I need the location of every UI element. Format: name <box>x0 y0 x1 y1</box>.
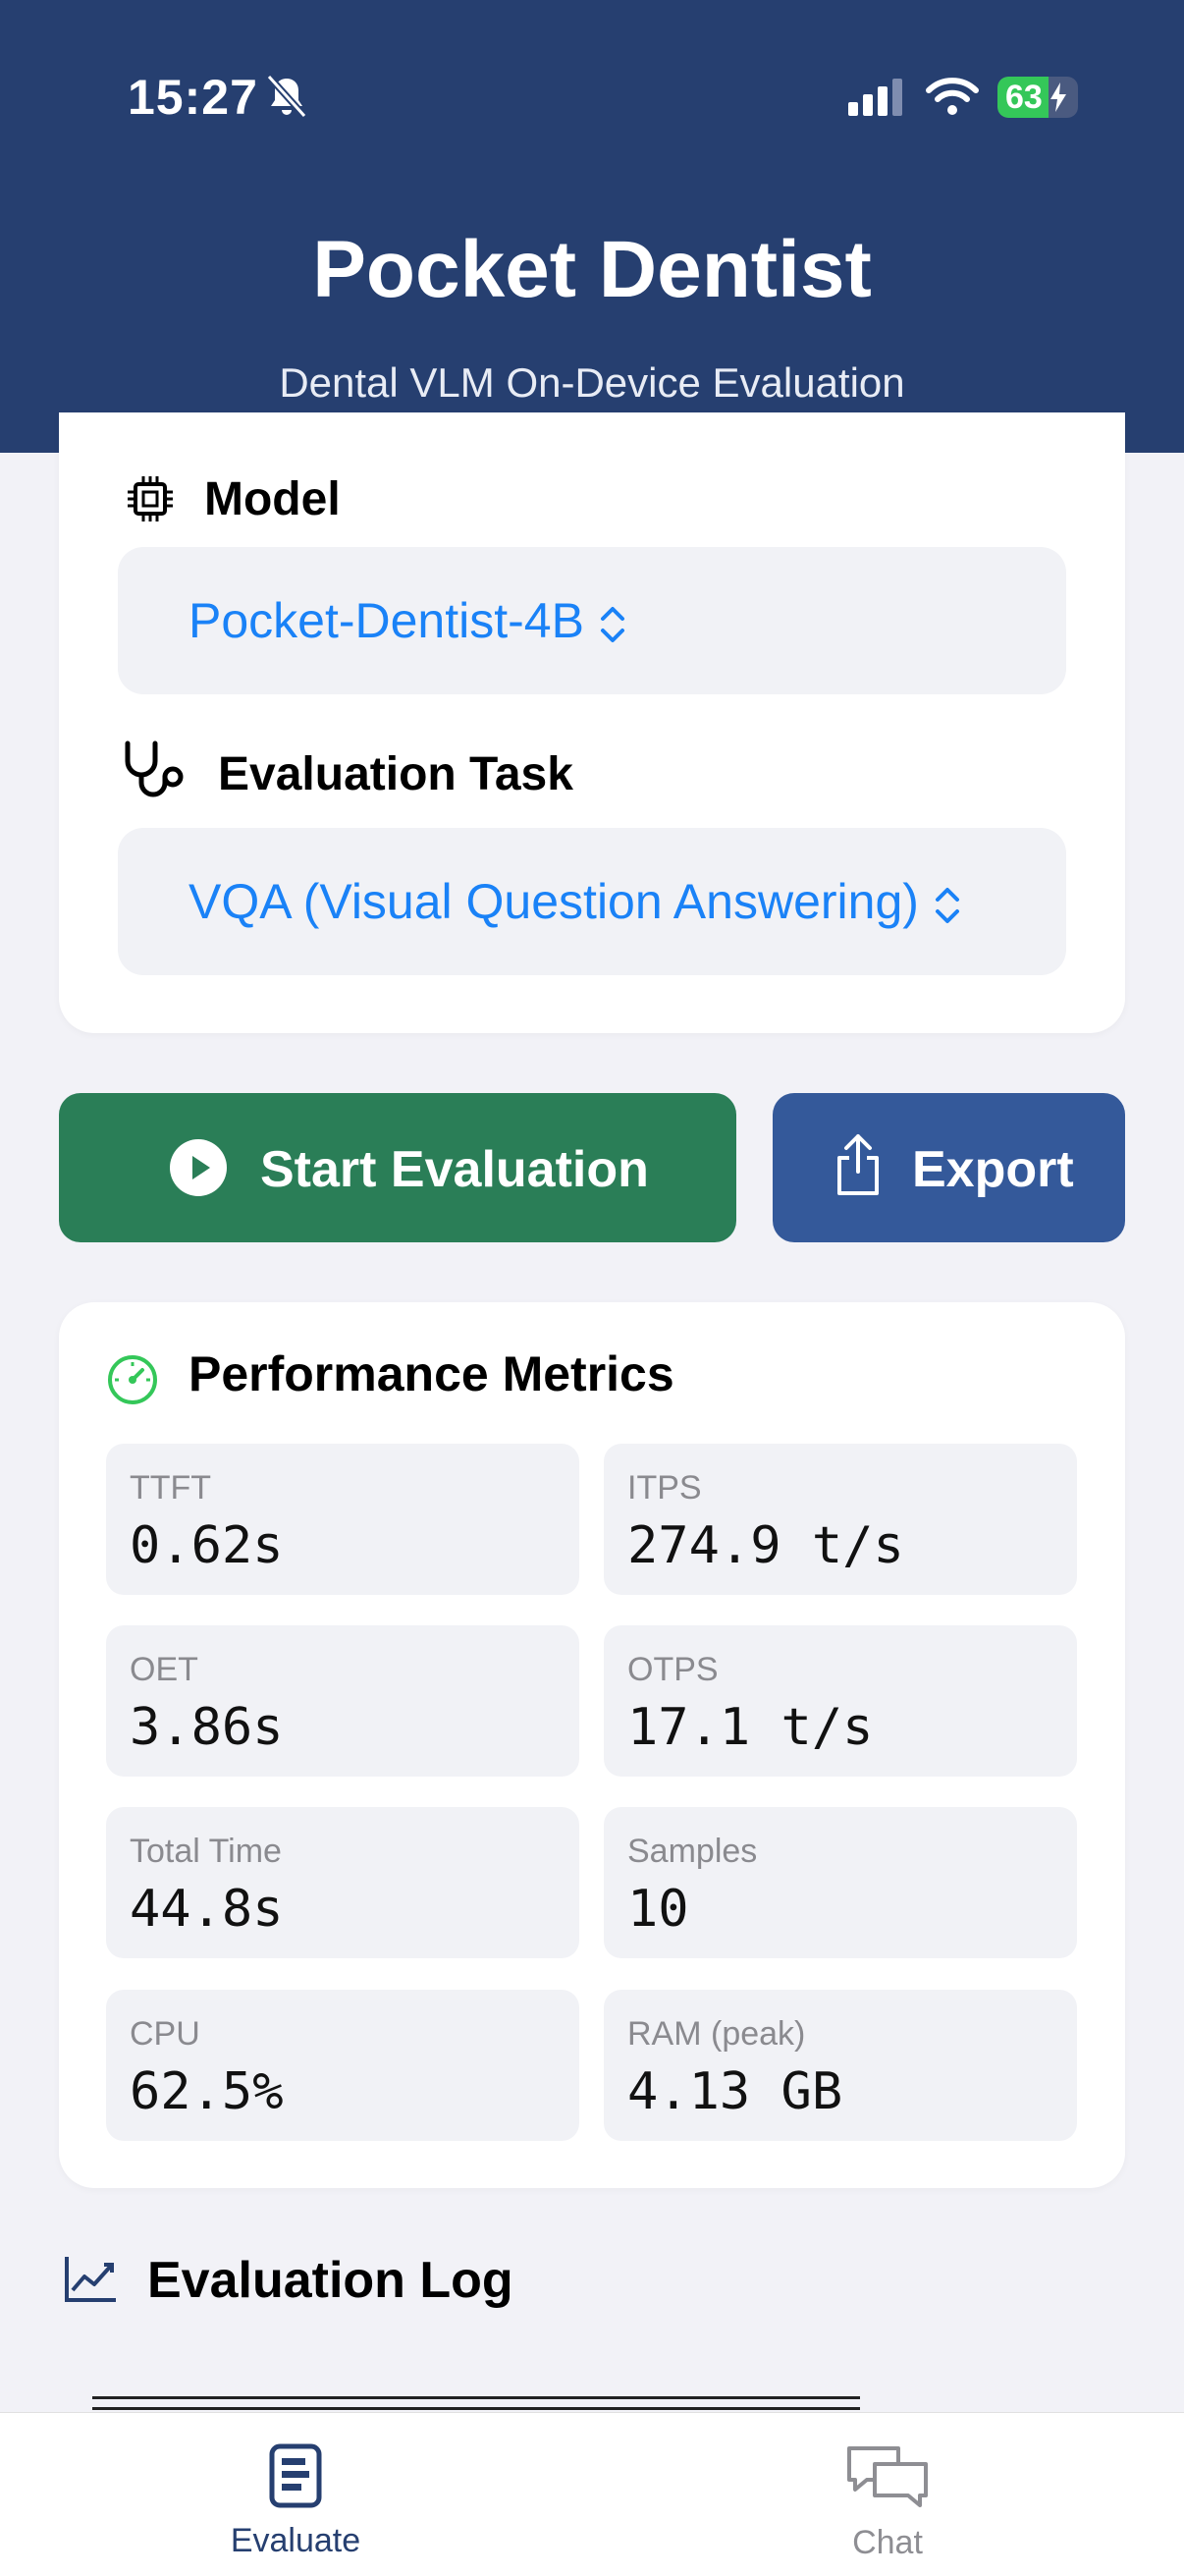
metric-label: OTPS <box>627 1651 719 1688</box>
metric-tile-otps: OTPS 17.1 t/s <box>604 1625 1077 1777</box>
metric-value: 0.62s <box>130 1516 284 1575</box>
evaluation-log-title: Evaluation Log <box>147 2252 513 2309</box>
model-picker[interactable]: Pocket-Dentist-4B <box>118 547 1066 694</box>
evaluation-task-picker[interactable]: VQA (Visual Question Answering) <box>118 828 1066 975</box>
status-time: 15:27 <box>128 70 258 125</box>
metric-tile-oet: OET 3.86s <box>106 1625 579 1777</box>
app-title: Pocket Dentist <box>312 225 872 314</box>
tab-evaluate-label: Evaluate <box>230 2522 361 2559</box>
battery-level: 63 <box>1005 79 1043 116</box>
export-button[interactable]: Export <box>773 1093 1125 1242</box>
performance-metrics-card: Performance Metrics TTFT 0.62s ITPS 274.… <box>59 1302 1125 2188</box>
document-icon <box>269 2443 322 2508</box>
tab-bar: Evaluate Chat <box>0 2412 1184 2576</box>
charging-bolt-icon <box>1050 82 1066 112</box>
stethoscope-icon <box>125 740 184 797</box>
metric-value: 62.5% <box>130 2062 284 2121</box>
metric-tile-ttft: TTFT 0.62s <box>106 1444 579 1595</box>
cpu-chip-icon <box>128 476 173 521</box>
app-subtitle: Dental VLM On-Device Evaluation <box>279 359 905 406</box>
metric-label: Samples <box>627 1833 758 1870</box>
chevron-up-down-icon <box>600 606 624 642</box>
metric-value: 44.8s <box>130 1880 284 1939</box>
metric-tile-ram-peak: RAM (peak) 4.13 GB <box>604 1990 1077 2141</box>
chat-bubbles-icon <box>847 2446 928 2507</box>
metric-tile-cpu: CPU 62.5% <box>106 1990 579 2141</box>
metric-value: 10 <box>627 1880 689 1939</box>
metric-value: 17.1 t/s <box>627 1698 874 1757</box>
tab-chat-label: Chat <box>852 2524 923 2561</box>
metric-label: ITPS <box>627 1469 702 1507</box>
chevron-up-down-icon <box>935 887 959 923</box>
start-evaluation-label: Start Evaluation <box>260 1141 649 1198</box>
share-icon <box>837 1134 879 1195</box>
start-evaluation-button[interactable]: Start Evaluation <box>59 1093 736 1242</box>
app-header: 15:27 63 Pocket Dentist Dental VLM On-De… <box>0 0 1184 453</box>
metrics-title: Performance Metrics <box>188 1346 674 1401</box>
gauge-icon <box>108 1355 157 1404</box>
metric-label: TTFT <box>130 1469 212 1507</box>
metric-label: CPU <box>130 2015 200 2053</box>
model-label: Model <box>204 473 341 525</box>
export-label: Export <box>912 1141 1074 1198</box>
metric-label: OET <box>130 1651 198 1688</box>
bell-slash-icon <box>266 74 307 119</box>
metric-label: RAM (peak) <box>627 2015 806 2053</box>
metric-tile-itps: ITPS 274.9 t/s <box>604 1444 1077 1595</box>
metric-label: Total Time <box>130 1833 282 1870</box>
evaluation-task-value: VQA (Visual Question Answering) <box>188 874 919 929</box>
tab-evaluate[interactable]: Evaluate <box>178 2442 413 2560</box>
configuration-content: Model Pocket-Dentist-4B Evaluation Task … <box>59 453 1125 1033</box>
metric-tile-total-time: Total Time 44.8s <box>106 1807 579 1958</box>
play-circle-icon <box>170 1139 227 1196</box>
metric-value: 3.86s <box>130 1698 284 1757</box>
wifi-icon <box>926 78 979 115</box>
tab-chat[interactable]: Chat <box>770 2442 1005 2562</box>
metric-value: 274.9 t/s <box>627 1516 904 1575</box>
model-picker-value: Pocket-Dentist-4B <box>188 593 584 648</box>
cellular-signal-icon <box>848 79 902 116</box>
evaluation-log-content <box>92 2396 860 2410</box>
evaluation-task-label: Evaluation Task <box>218 748 573 800</box>
metric-tile-samples: Samples 10 <box>604 1807 1077 1958</box>
line-chart-icon <box>65 2257 116 2302</box>
metric-value: 4.13 GB <box>627 2062 843 2121</box>
